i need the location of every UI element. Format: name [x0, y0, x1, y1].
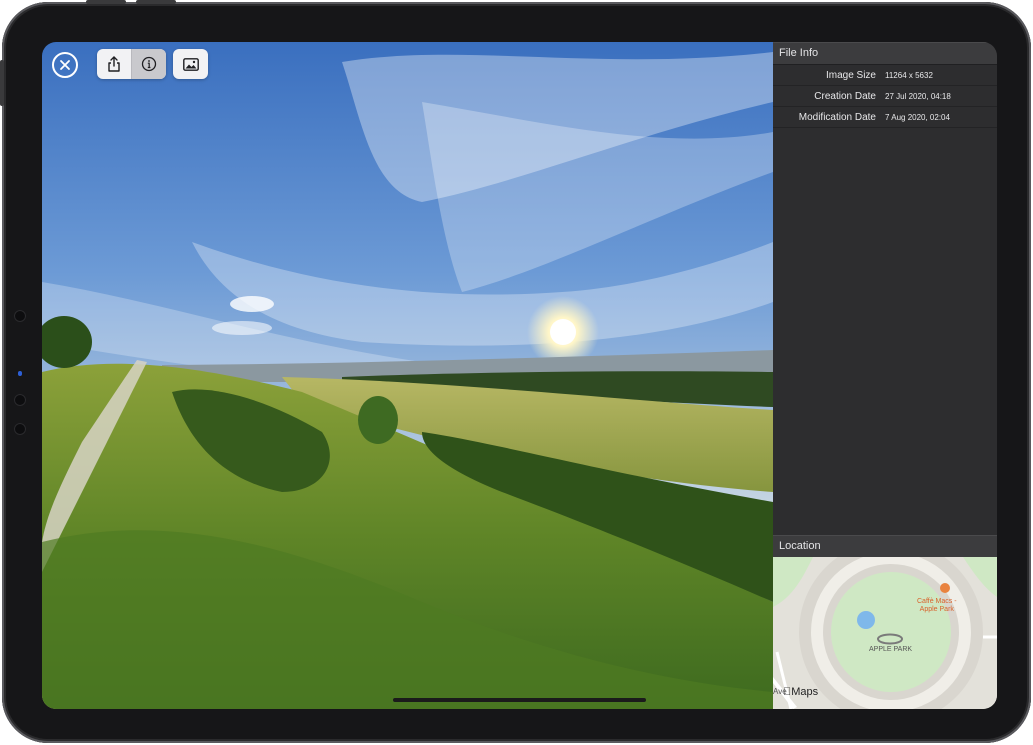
app-screen: File Info Image Size 11264 x 5632 Creati… [42, 42, 997, 709]
image-view-button[interactable] [173, 49, 208, 79]
camera-lens [18, 371, 22, 376]
camera-dot [14, 310, 26, 322]
cafe-poi-label[interactable]: Caffè Macs - Apple Park [917, 598, 957, 614]
share-info-segmented-control [97, 49, 166, 79]
top-button-2 [136, 0, 176, 4]
info-row-modification-date: Modification Date 7 Aug 2020, 02:04 [773, 107, 997, 128]
cafe-label-line1: Caffè Macs - [917, 598, 957, 605]
cafe-label-line2: Apple Park [919, 606, 954, 613]
landscape-image [42, 42, 773, 709]
info-icon [141, 56, 157, 72]
info-row-creation-date: Creation Date 27 Jul 2020, 04:18 [773, 86, 997, 107]
ipad-frame: File Info Image Size 11264 x 5632 Creati… [0, 0, 1031, 743]
inspector-panel: File Info Image Size 11264 x 5632 Creati… [773, 42, 997, 709]
info-row-image-size: Image Size 11264 x 5632 [773, 65, 997, 86]
info-value: 27 Jul 2020, 04:18 [885, 91, 951, 101]
image-icon [182, 57, 199, 71]
apple-park-label: APPLE PARK [869, 646, 913, 653]
panorama-photo[interactable] [42, 42, 773, 709]
share-button[interactable] [97, 49, 131, 79]
share-icon [108, 56, 120, 72]
home-indicator [393, 698, 646, 702]
maps-brand-text: Maps [783, 686, 818, 698]
camera-dot [14, 394, 26, 406]
close-icon [60, 60, 70, 70]
location-map[interactable]: Caffè Macs - Apple Park APPLE PARK Ave … [773, 557, 997, 709]
info-button[interactable] [132, 49, 166, 79]
location-header: Location [773, 535, 997, 558]
file-info-header: File Info [773, 42, 997, 65]
camera-dot [14, 423, 26, 435]
top-button [86, 0, 126, 4]
info-label: Image Size [825, 69, 876, 81]
close-button[interactable] [52, 52, 78, 78]
volume-button [0, 60, 4, 106]
info-value: 11264 x 5632 [885, 70, 933, 80]
apple-logo-icon:  [783, 686, 791, 698]
info-label: Modification Date [798, 111, 876, 123]
info-label: Creation Date [814, 90, 876, 102]
maps-brand-logo: Maps [783, 686, 818, 698]
info-value: 7 Aug 2020, 02:04 [885, 112, 950, 122]
